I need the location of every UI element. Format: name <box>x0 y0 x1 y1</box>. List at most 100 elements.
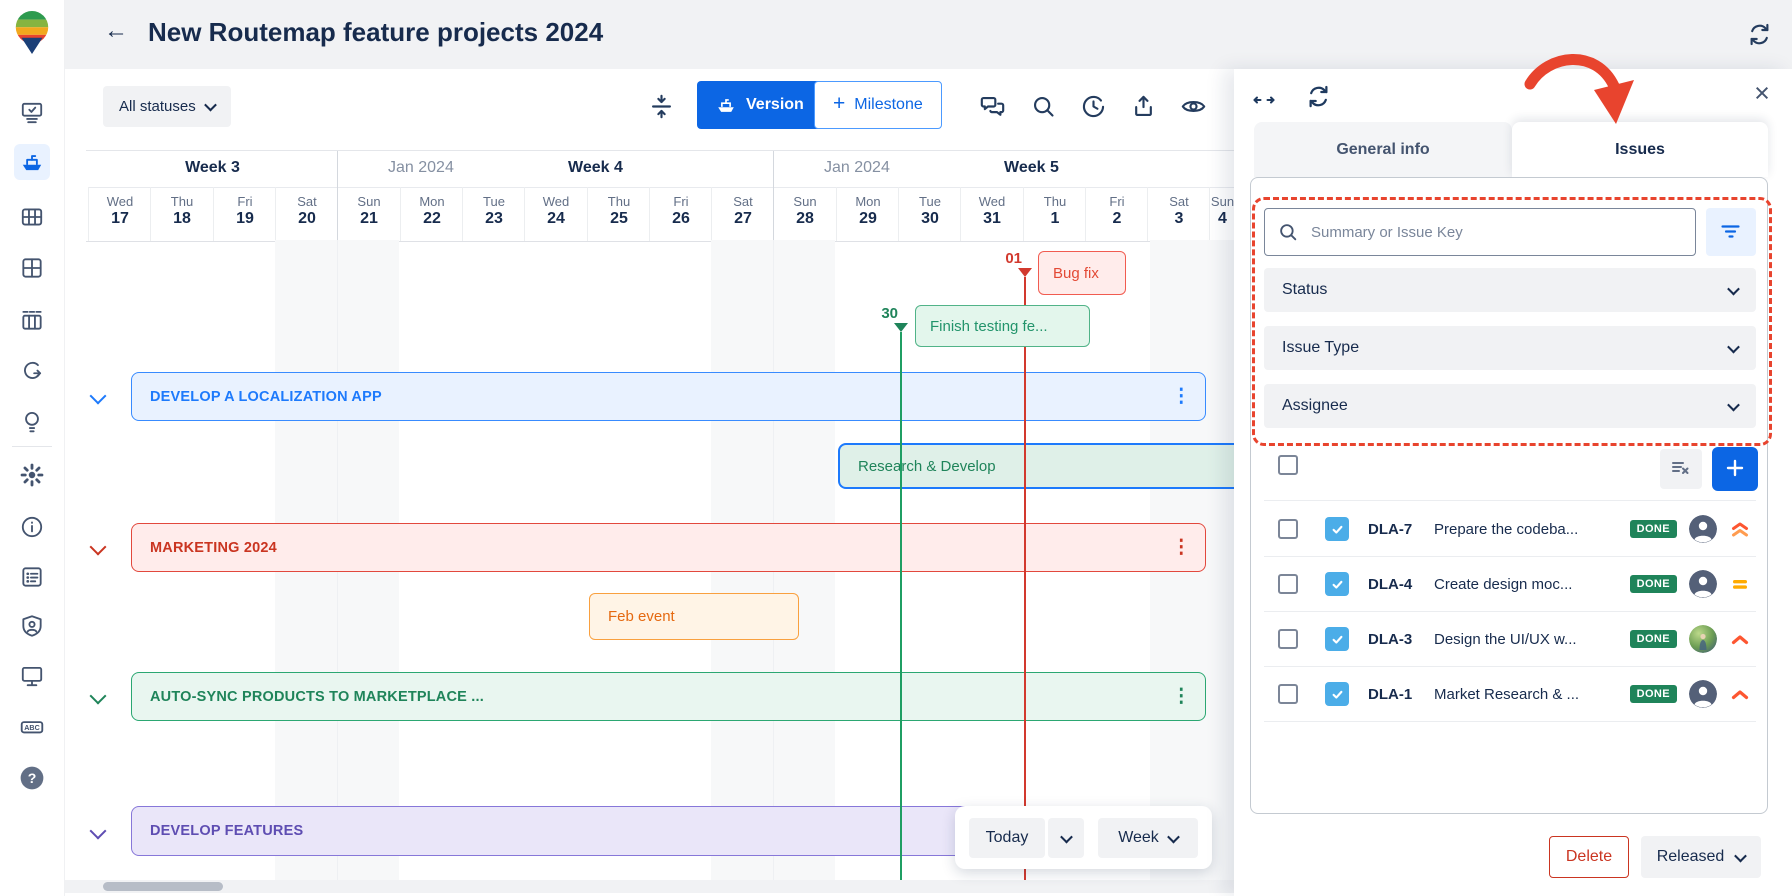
issue-search-input[interactable] <box>1309 223 1683 242</box>
issue-key: DLA-3 <box>1368 631 1424 648</box>
issue-summary: Design the UI/UX w... <box>1434 631 1630 648</box>
status-filter-label: All statuses <box>119 98 196 115</box>
milestone-pill-bug-fix[interactable]: Bug fix <box>1038 251 1126 295</box>
app-logo[interactable] <box>11 8 53 56</box>
today-button[interactable]: Today <box>969 818 1045 858</box>
scrollbar-thumb[interactable] <box>103 882 223 891</box>
sidebar-item-help[interactable]: ? <box>14 760 50 796</box>
group-expand-chevron[interactable] <box>90 539 107 556</box>
milestone-line-red <box>1024 277 1026 880</box>
status-filter-dropdown[interactable]: All statuses <box>103 86 231 127</box>
sidebar-item-permissions[interactable] <box>14 608 50 644</box>
routemap-pin-icon <box>11 8 53 56</box>
gantt-task-research-develop[interactable]: Research & Develop <box>838 443 1234 489</box>
ship-icon <box>19 149 45 175</box>
filter-status-dropdown[interactable]: Status <box>1264 268 1756 312</box>
day-cell: Tue30 <box>898 187 961 241</box>
chevron-down-icon <box>1734 849 1747 862</box>
issue-checkbox[interactable] <box>1278 519 1298 539</box>
select-all-checkbox[interactable] <box>1278 455 1298 475</box>
search-button[interactable] <box>1026 89 1060 123</box>
issue-row[interactable]: DLA-4 Create design moc... DONE <box>1264 557 1756 612</box>
group-label: MARKETING 2024 <box>150 540 277 556</box>
milestone-pill-finish-testing[interactable]: Finish testing fe... <box>915 305 1090 347</box>
day-cell: Thu18 <box>150 187 213 241</box>
view-settings-button[interactable] <box>1176 89 1210 123</box>
collapse-rows-button[interactable] <box>644 89 678 123</box>
issue-row[interactable]: DLA-3 Design the UI/UX w... DONE <box>1264 612 1756 667</box>
sidebar-item-boards[interactable] <box>14 95 50 131</box>
refresh-panel-button[interactable] <box>1304 82 1332 110</box>
week-group: Jan 2024 Week 4 <box>337 151 774 188</box>
lightbulb-icon <box>19 408 45 434</box>
released-status-dropdown[interactable]: Released <box>1641 836 1761 878</box>
sidebar-item-glossary[interactable]: ABC <box>14 709 50 745</box>
sidebar-item-info[interactable] <box>14 509 50 545</box>
expand-panel-button[interactable] <box>1250 89 1278 111</box>
group-label: DEVELOP FEATURES <box>150 823 303 839</box>
clear-selection-button[interactable] <box>1660 449 1702 489</box>
sidebar-item-settings[interactable] <box>14 457 50 493</box>
history-button[interactable] <box>1076 89 1110 123</box>
status-badge: DONE <box>1630 575 1677 593</box>
day-cell: Sun21 <box>337 187 400 241</box>
group-expand-chevron[interactable] <box>90 823 107 840</box>
filter-button[interactable] <box>1706 208 1756 256</box>
close-panel-button[interactable]: × <box>1748 79 1776 107</box>
today-dropdown-button[interactable] <box>1048 818 1084 858</box>
back-button[interactable]: ← <box>98 16 134 46</box>
task-type-icon <box>1325 517 1349 541</box>
refresh-button[interactable] <box>1742 17 1776 51</box>
week-group: Week 3 <box>88 151 337 188</box>
add-version-button[interactable]: Version <box>697 81 822 129</box>
issue-checkbox[interactable] <box>1278 629 1298 649</box>
delete-button[interactable]: Delete <box>1549 836 1629 878</box>
zoom-range-dropdown[interactable]: Week <box>1098 818 1198 858</box>
sidebar-item-release-notes[interactable] <box>14 559 50 595</box>
sidebar-item-board-columns[interactable] <box>14 302 50 338</box>
kebab-menu-icon[interactable]: ⋮ <box>1172 387 1191 406</box>
issue-key: DLA-4 <box>1368 576 1424 593</box>
export-button[interactable] <box>1126 89 1160 123</box>
shield-user-icon <box>19 613 45 639</box>
sidebar-item-matrix[interactable] <box>14 250 50 286</box>
day-cell: Sun4 <box>1209 187 1235 241</box>
sidebar-item-ideas[interactable] <box>14 403 50 439</box>
milestone-marker-icon[interactable] <box>1018 268 1032 277</box>
milestone-marker-icon[interactable] <box>894 323 908 332</box>
day-cell: Sat20 <box>275 187 338 241</box>
group-expand-chevron[interactable] <box>90 388 107 405</box>
gantt-group-localization-app[interactable]: DEVELOP A LOCALIZATION APP ⋮ <box>131 372 1206 421</box>
filter-issue-type-dropdown[interactable]: Issue Type <box>1264 326 1756 370</box>
chevron-down-icon <box>1727 282 1740 295</box>
gantt-task-feb-event[interactable]: Feb event <box>589 593 799 640</box>
sidebar-item-sprints[interactable] <box>14 352 50 388</box>
day-cell: Thu25 <box>587 187 650 241</box>
sidebar-item-display[interactable] <box>14 658 50 694</box>
issue-checkbox[interactable] <box>1278 684 1298 704</box>
tab-issues[interactable]: Issues <box>1512 122 1768 177</box>
add-issue-button[interactable] <box>1712 447 1758 491</box>
issue-checkbox[interactable] <box>1278 574 1298 594</box>
tab-general-info[interactable]: General info <box>1254 122 1512 177</box>
issue-search-field[interactable] <box>1264 208 1696 256</box>
kebab-menu-icon[interactable]: ⋮ <box>1172 538 1191 557</box>
horizontal-scrollbar[interactable] <box>64 880 1234 893</box>
kebab-menu-icon[interactable]: ⋮ <box>1172 687 1191 706</box>
sidebar-item-table[interactable] <box>14 199 50 235</box>
sidebar-item-versions[interactable] <box>14 144 50 180</box>
gantt-group-marketing-2024[interactable]: MARKETING 2024 ⋮ <box>131 523 1206 572</box>
day-cell: Wed17 <box>88 187 151 241</box>
chevron-down-icon <box>1060 830 1073 843</box>
filter-assignee-dropdown[interactable]: Assignee <box>1264 384 1756 428</box>
eye-icon <box>1180 93 1207 120</box>
day-cell: Thu1 <box>1023 187 1086 241</box>
gantt-group-auto-sync[interactable]: AUTO-SYNC PRODUCTS TO MARKETPLACE ... ⋮ <box>131 672 1206 721</box>
comments-button[interactable] <box>975 89 1009 123</box>
columns-board-icon <box>19 307 45 333</box>
issue-row[interactable]: DLA-1 Market Research & ... DONE <box>1264 667 1756 722</box>
issue-row[interactable]: DLA-7 Prepare the codeba... DONE <box>1264 502 1756 557</box>
add-milestone-button[interactable]: + Milestone <box>814 81 942 129</box>
group-expand-chevron[interactable] <box>90 688 107 705</box>
priority-medium-icon <box>1728 572 1752 596</box>
